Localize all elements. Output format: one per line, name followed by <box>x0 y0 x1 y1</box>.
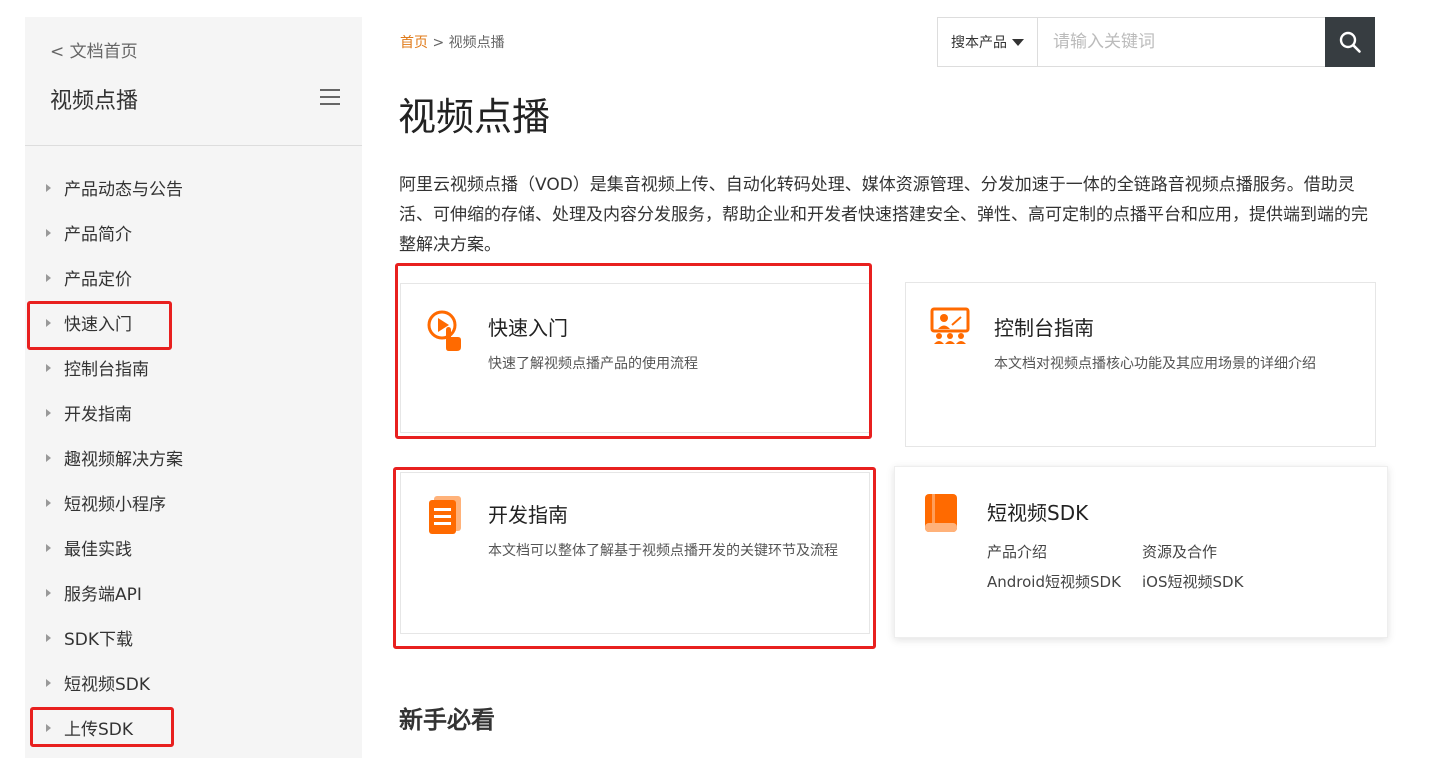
breadcrumb-home-link[interactable]: 首页 <box>400 35 428 51</box>
card-title: 快速入门 <box>488 316 568 340</box>
sidebar-item-pricing[interactable]: 产品定价 <box>25 255 362 300</box>
sidebar-item-short-video-sdk[interactable]: 短视频SDK <box>25 660 362 705</box>
breadcrumb-separator: > <box>428 35 449 51</box>
sidebar-divider <box>25 145 362 146</box>
card-description: 本文档可以整体了解基于视频点播开发的关键环节及流程 <box>488 543 838 559</box>
android-sdk-link[interactable]: Android短视频SDK <box>987 571 1121 592</box>
caret-right-icon <box>46 363 51 372</box>
back-to-docs-home-link[interactable]: < 文档首页 <box>50 37 138 62</box>
search-scope-dropdown[interactable]: 搜本产品 <box>938 18 1038 66</box>
product-description: 阿里云视频点播（VOD）是集音视频上传、自动化转码处理、媒体资源管理、分发加速于… <box>399 175 1368 255</box>
search-icon <box>1339 31 1361 53</box>
document-icon <box>429 496 461 534</box>
caret-right-icon <box>46 633 51 642</box>
sidebar-item-upload-sdk[interactable]: 上传SDK <box>25 705 362 750</box>
sidebar-item-fun-video-solution[interactable]: 趣视频解决方案 <box>25 435 362 480</box>
card-console-guide[interactable]: 控制台指南 本文档对视频点播核心功能及其应用场景的详细介绍 <box>905 282 1376 447</box>
presentation-icon <box>930 307 970 344</box>
caret-down-icon <box>1012 38 1024 46</box>
caret-right-icon <box>46 498 51 507</box>
ios-sdk-link[interactable]: iOS短视频SDK <box>1142 571 1243 592</box>
sidebar-item-label: 短视频小程序 <box>64 495 166 515</box>
sidebar-item-label: 最佳实践 <box>64 540 132 560</box>
caret-right-icon <box>46 678 51 687</box>
card-title: 短视频SDK <box>987 501 1089 525</box>
sidebar-item-label: 产品定价 <box>64 270 132 290</box>
card-description: 快速了解视频点播产品的使用流程 <box>488 356 698 372</box>
caret-right-icon <box>46 543 51 552</box>
sidebar-item-label: 服务端API <box>64 585 142 605</box>
card-title: 开发指南 <box>488 503 568 527</box>
sidebar-item-dev-guide[interactable]: 开发指南 <box>25 390 362 435</box>
sidebar-nav: 产品动态与公告 产品简介 产品定价 快速入门 控制台指南 开发指南 趣视频解决方… <box>25 165 362 750</box>
caret-right-icon <box>46 228 51 237</box>
play-click-icon <box>427 310 461 351</box>
sidebar-item-label: 短视频SDK <box>64 675 151 695</box>
resources-partnership-link[interactable]: 资源及合作 <box>1142 541 1217 562</box>
book-icon <box>925 494 957 532</box>
search-input[interactable] <box>1038 18 1325 66</box>
sidebar-item-label: 上传SDK <box>64 720 134 740</box>
search-scope-label: 搜本产品 <box>951 35 1007 51</box>
sidebar-item-label: 产品动态与公告 <box>64 180 183 200</box>
sidebar-item-sdk-download[interactable]: SDK下载 <box>25 615 362 660</box>
sidebar-item-label: 快速入门 <box>64 315 132 335</box>
breadcrumb: 首页 > 视频点播 <box>400 32 505 52</box>
sidebar-item-best-practices[interactable]: 最佳实践 <box>25 525 362 570</box>
caret-right-icon <box>46 723 51 732</box>
sidebar-item-label: 控制台指南 <box>64 360 149 380</box>
caret-right-icon <box>46 588 51 597</box>
sidebar-title: 视频点播 <box>50 89 139 114</box>
sidebar-item-label: SDK下载 <box>64 630 134 650</box>
caret-right-icon <box>46 318 51 327</box>
menu-icon[interactable] <box>320 89 340 105</box>
caret-right-icon <box>46 183 51 192</box>
search-button[interactable] <box>1325 17 1375 67</box>
caret-right-icon <box>46 273 51 282</box>
sidebar-item-announcements[interactable]: 产品动态与公告 <box>25 165 362 210</box>
sidebar-item-console-guide[interactable]: 控制台指南 <box>25 345 362 390</box>
sidebar-item-server-api[interactable]: 服务端API <box>25 570 362 615</box>
search-bar: 搜本产品 <box>937 17 1375 67</box>
page-title: 视频点播 <box>398 95 551 139</box>
card-description: 本文档对视频点播核心功能及其应用场景的详细介绍 <box>994 356 1316 372</box>
card-title: 控制台指南 <box>994 316 1094 340</box>
sidebar-item-label: 产品简介 <box>64 225 132 245</box>
card-quickstart[interactable]: 快速入门 快速了解视频点播产品的使用流程 <box>400 283 870 433</box>
breadcrumb-current: 视频点播 <box>448 35 505 51</box>
sidebar-item-quickstart[interactable]: 快速入门 <box>25 300 362 345</box>
sidebar-item-overview[interactable]: 产品简介 <box>25 210 362 255</box>
product-intro-link[interactable]: 产品介绍 <box>987 541 1047 562</box>
sidebar-item-label: 开发指南 <box>64 405 132 425</box>
section-heading: 新手必看 <box>399 706 495 734</box>
sidebar-item-short-video-miniprogram[interactable]: 短视频小程序 <box>25 480 362 525</box>
card-dev-guide[interactable]: 开发指南 本文档可以整体了解基于视频点播开发的关键环节及流程 <box>400 472 870 634</box>
caret-right-icon <box>46 408 51 417</box>
card-short-video-sdk: 短视频SDK 产品介绍 资源及合作 Android短视频SDK iOS短视频SD… <box>894 466 1388 638</box>
sidebar: < 文档首页 视频点播 产品动态与公告 产品简介 产品定价 快速入门 控制台指南… <box>25 17 362 758</box>
sidebar-item-label: 趣视频解决方案 <box>64 450 183 470</box>
caret-right-icon <box>46 453 51 462</box>
